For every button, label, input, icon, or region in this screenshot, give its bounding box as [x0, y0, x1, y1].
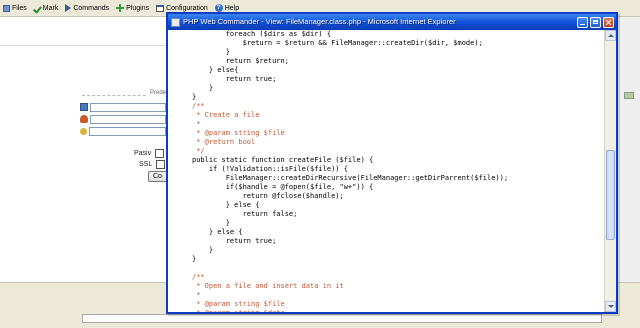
- maximize-button[interactable]: [590, 16, 601, 28]
- password-row: [80, 126, 166, 136]
- code-line: * Open a file and insert data in it: [192, 282, 344, 290]
- password-input[interactable]: [89, 126, 166, 136]
- toolbar-commands-button[interactable]: Commands: [65, 4, 109, 12]
- code-line: }: [192, 255, 197, 263]
- server-row: [80, 102, 166, 112]
- help-icon: ?: [214, 4, 223, 12]
- code-line: * Create a file: [192, 111, 260, 119]
- server-icon: [80, 103, 88, 111]
- fieldset-legend: Prede: [147, 90, 166, 96]
- ssl-label: SSL: [139, 161, 153, 168]
- toolbar-plugins-label: Plugins: [126, 4, 150, 12]
- login-form: Prede: [80, 90, 166, 170]
- toolbar-configuration-label: Configuration: [166, 4, 208, 12]
- username-input[interactable]: [90, 114, 166, 124]
- toolbar-mark-button[interactable]: Mark: [34, 5, 59, 12]
- code-view[interactable]: foreach ($dirs as $dir) { $return = $ret…: [168, 30, 604, 312]
- ie-window-icon: [171, 17, 180, 27]
- files-icon: [3, 4, 10, 12]
- code-viewer-window: PHP Web Commander - View: FileManager.cl…: [166, 12, 618, 314]
- code-line: * @param string $data: [192, 308, 285, 312]
- scroll-down-arrow-icon[interactable]: [605, 301, 616, 312]
- vertical-scrollbar[interactable]: [604, 30, 616, 312]
- ssl-row: SSL: [139, 160, 166, 169]
- commands-icon: [65, 4, 72, 12]
- ssl-checkbox[interactable]: [156, 160, 166, 169]
- toolbar-commands-label: Commands: [73, 4, 110, 12]
- connect-button[interactable]: Co: [148, 171, 168, 182]
- user-icon: [80, 115, 88, 123]
- mark-icon: [34, 5, 41, 12]
- divider: [0, 45, 166, 46]
- toolbar-files-label: Files: [12, 4, 27, 12]
- pasv-checkbox[interactable]: [155, 149, 165, 158]
- right-panel-icon[interactable]: [624, 92, 634, 99]
- scroll-up-arrow-icon[interactable]: [605, 30, 616, 41]
- configuration-icon: [156, 4, 165, 12]
- command-input[interactable]: [82, 314, 602, 323]
- toolbar-mark-label: Mark: [42, 4, 59, 12]
- toolbar-help-button[interactable]: ? Help: [214, 4, 240, 12]
- window-titlebar[interactable]: PHP Web Commander - View: FileManager.cl…: [168, 14, 616, 30]
- toolbar-help-label: Help: [224, 4, 240, 12]
- pasv-label: Pasiv: [134, 150, 152, 157]
- minimize-button[interactable]: [577, 16, 588, 28]
- pasv-row: Pasiv: [134, 149, 165, 158]
- toolbar-files-button[interactable]: Files: [3, 4, 27, 12]
- key-icon: [80, 127, 87, 135]
- user-row: [80, 114, 166, 124]
- plugins-icon: [116, 4, 125, 12]
- server-input[interactable]: [90, 102, 166, 112]
- code-line: $return = $return && FileManager::create…: [192, 39, 483, 47]
- right-panel: [618, 17, 640, 282]
- scroll-thumb[interactable]: [606, 150, 615, 240]
- close-button[interactable]: [603, 16, 614, 28]
- window-title: PHP Web Commander - View: FileManager.cl…: [183, 17, 456, 26]
- toolbar-configuration-button[interactable]: Configuration: [156, 4, 208, 12]
- toolbar-plugins-button[interactable]: Plugins: [116, 4, 149, 12]
